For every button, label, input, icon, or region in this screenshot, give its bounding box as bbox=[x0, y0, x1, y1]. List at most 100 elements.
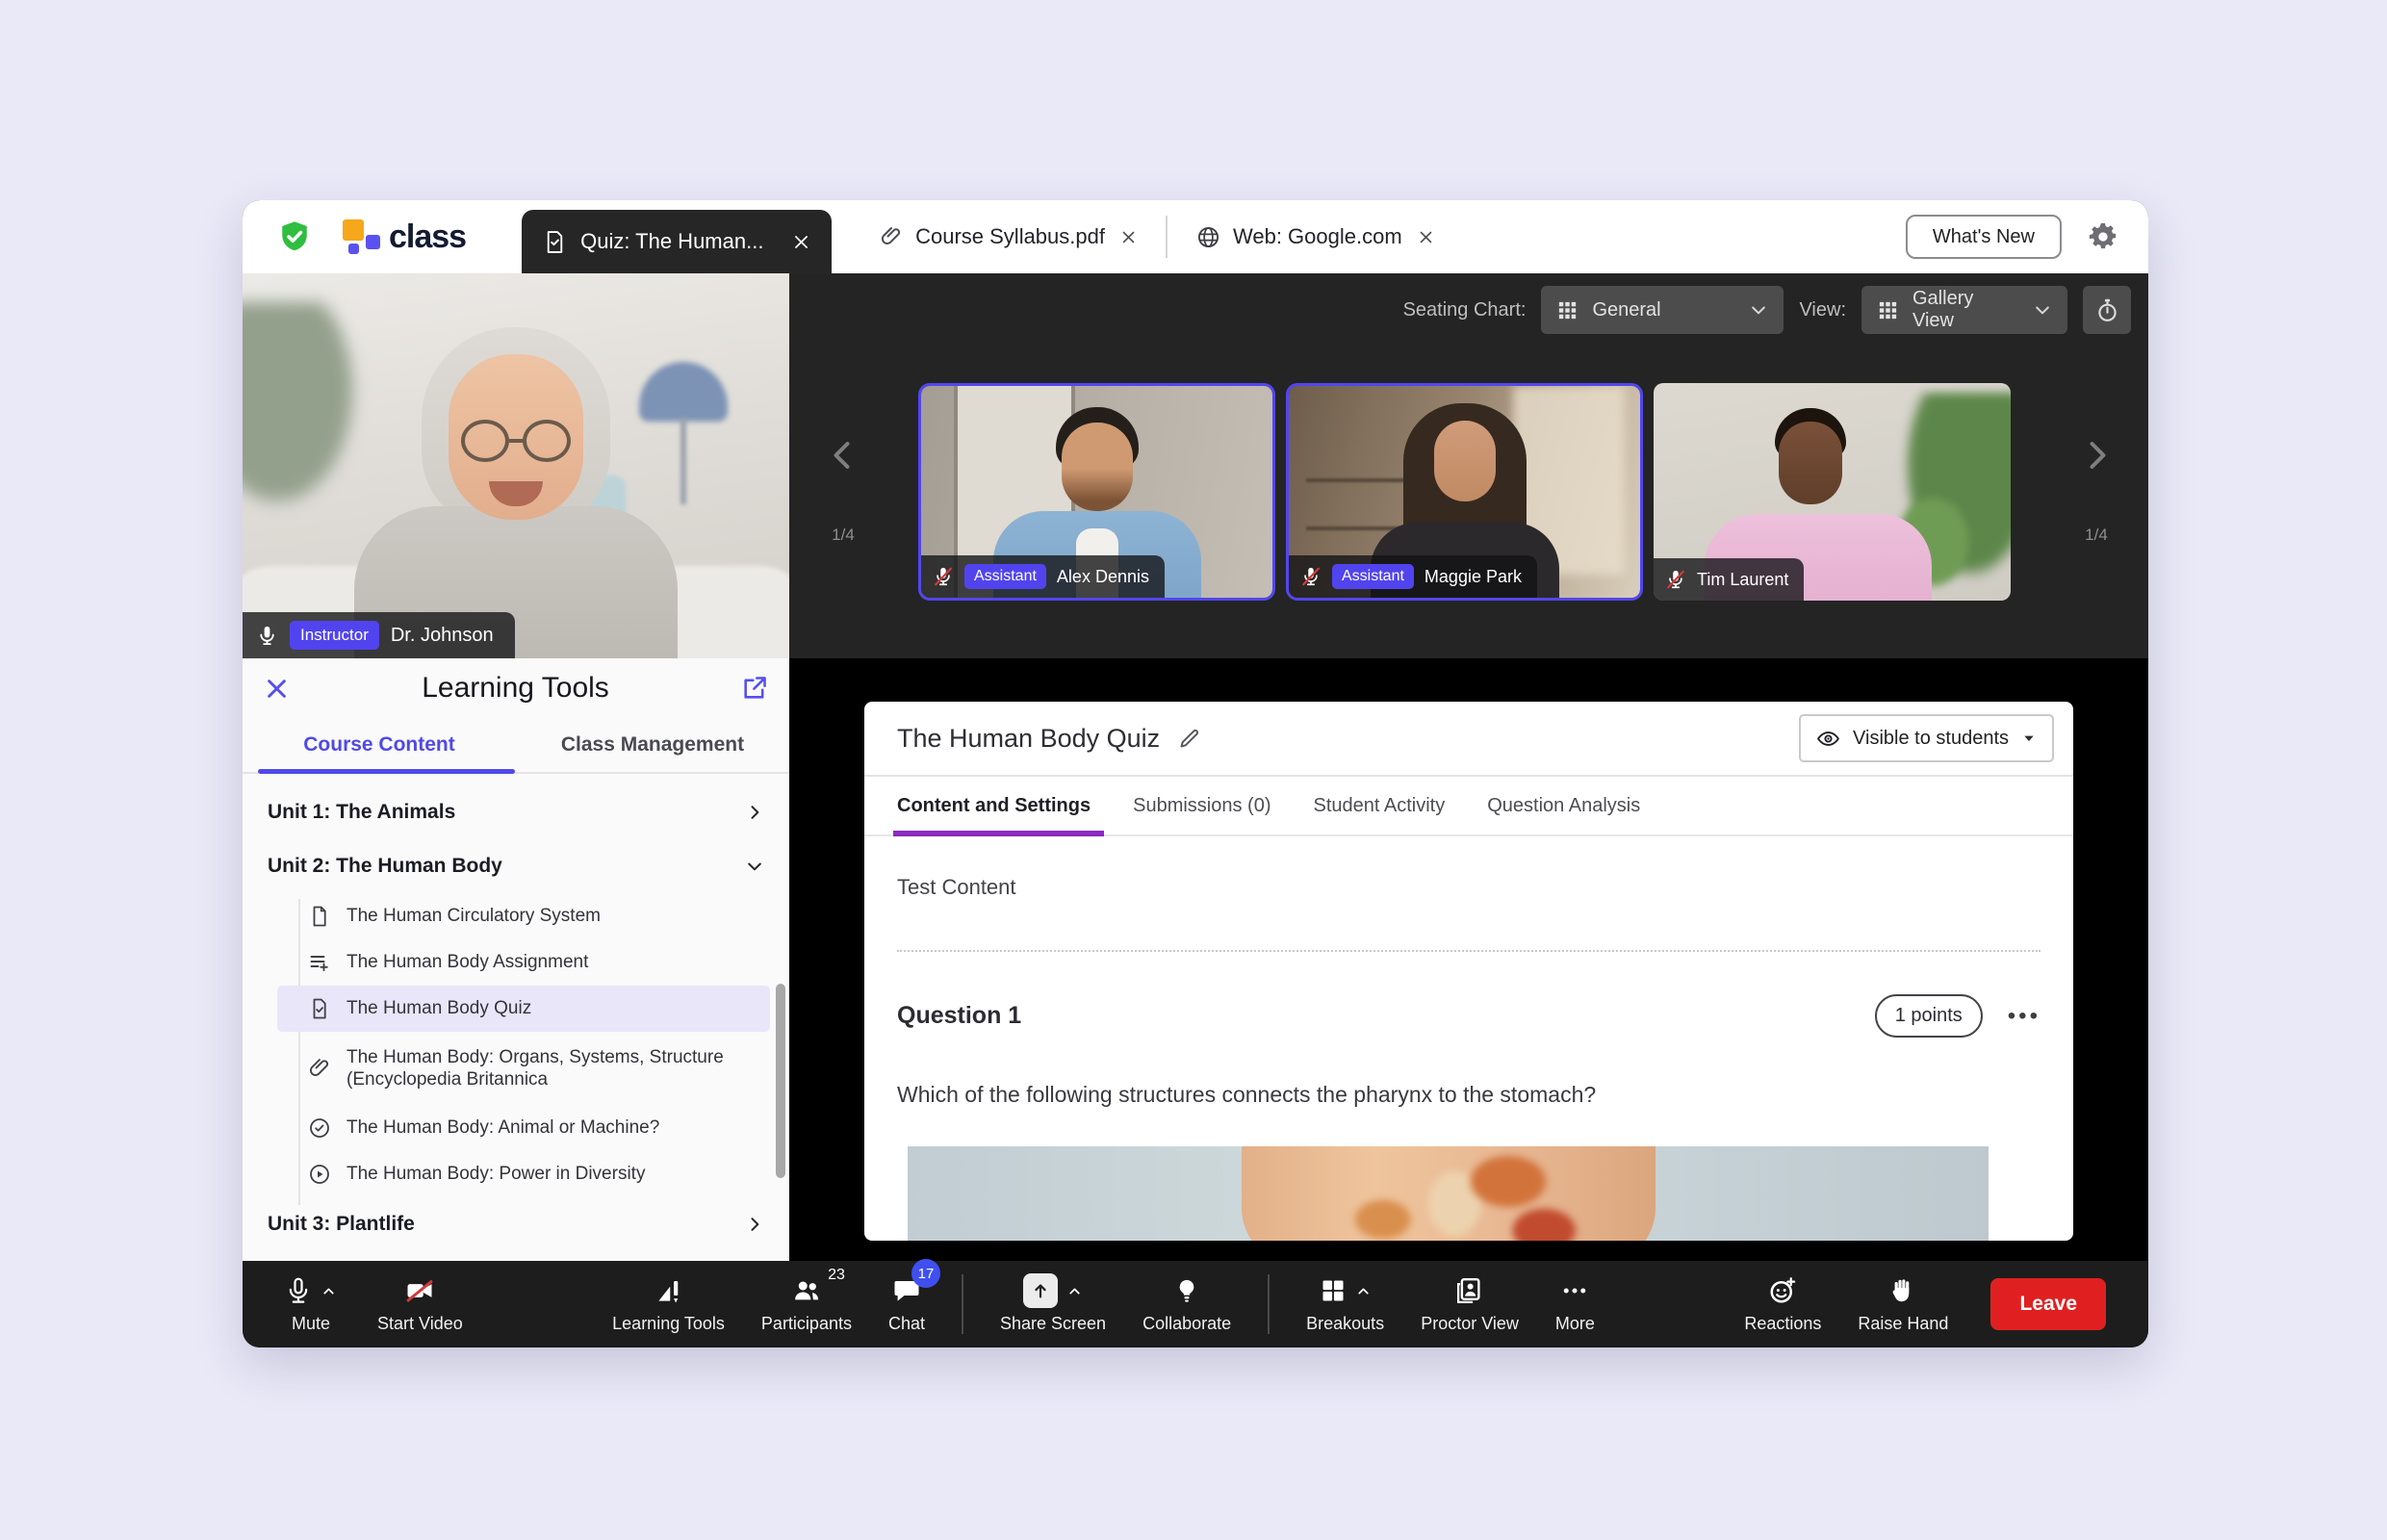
course-content-list: Unit 1: The Animals Unit 2: The Human Bo… bbox=[243, 774, 789, 1261]
video-tile-alex[interactable]: Assistant Alex Dennis bbox=[918, 383, 1275, 601]
close-tab-icon[interactable] bbox=[1120, 229, 1137, 245]
meeting-toolbar: Mute Start Video Learning Tools 23 Parti… bbox=[243, 1259, 2148, 1348]
question-text: Which of the following structures connec… bbox=[897, 1082, 1597, 1107]
tab-student-activity[interactable]: Student Activity bbox=[1314, 777, 1446, 834]
learning-tools-panel: Learning Tools Course Content Class Mana… bbox=[243, 658, 789, 1261]
view-label: View: bbox=[1799, 298, 1846, 321]
participants-button[interactable]: 23 Participants bbox=[761, 1267, 852, 1334]
chevron-up-icon[interactable] bbox=[321, 1283, 337, 1299]
whats-new-button[interactable]: What's New bbox=[1905, 215, 2062, 259]
share-screen-button[interactable]: Share Screen bbox=[1000, 1273, 1106, 1334]
list-item-circulatory[interactable]: The Human Circulatory System bbox=[243, 893, 789, 939]
tab-quiz[interactable]: Quiz: The Human... bbox=[522, 210, 833, 273]
more-button[interactable]: More bbox=[1555, 1274, 1595, 1334]
breakouts-button[interactable]: Breakouts bbox=[1306, 1274, 1384, 1334]
seating-chart-label: Seating Chart: bbox=[1402, 298, 1527, 321]
tab-submissions[interactable]: Submissions (0) bbox=[1133, 777, 1270, 834]
unit-row-human-body[interactable]: Unit 2: The Human Body bbox=[243, 839, 789, 893]
video-tile-maggie[interactable]: Assistant Maggie Park bbox=[1286, 383, 1643, 601]
item-label: The Human Body: Power in Diversity bbox=[346, 1164, 646, 1184]
tab-syllabus-label: Course Syllabus.pdf bbox=[915, 224, 1105, 248]
chevron-down-icon bbox=[2033, 300, 2052, 320]
next-page-icon[interactable] bbox=[2079, 435, 2114, 475]
video-tiles-row: Assistant Alex Dennis Assistant Maggie P… bbox=[918, 383, 2011, 601]
mic-muted-icon bbox=[1300, 566, 1322, 587]
mute-button[interactable]: Mute bbox=[285, 1274, 337, 1334]
eye-icon bbox=[1816, 727, 1840, 751]
reactions-button[interactable]: Reactions bbox=[1744, 1274, 1821, 1334]
tab-syllabus[interactable]: Course Syllabus.pdf bbox=[859, 200, 1158, 273]
tab-divider bbox=[1165, 216, 1168, 258]
close-tab-icon[interactable] bbox=[1418, 229, 1434, 245]
close-panel-icon[interactable] bbox=[264, 676, 290, 702]
class-logo-text: class bbox=[389, 218, 467, 255]
unit-row-plantlife[interactable]: Unit 3: Plantlife bbox=[243, 1197, 789, 1251]
breakouts-grid-icon bbox=[1320, 1277, 1347, 1304]
learning-tools-icon bbox=[654, 1276, 683, 1305]
chevron-up-icon[interactable] bbox=[1066, 1283, 1083, 1299]
tab-class-management[interactable]: Class Management bbox=[516, 718, 789, 772]
edit-title-pencil-icon[interactable] bbox=[1177, 726, 1202, 751]
quiz-body: Test Content Question 1 1 points ••• Whi… bbox=[864, 836, 2073, 1241]
seating-chart-dropdown[interactable]: General bbox=[1541, 286, 1784, 334]
mic-muted-icon bbox=[933, 566, 954, 587]
visibility-dropdown-button[interactable]: Visible to students bbox=[1799, 714, 2054, 762]
proctor-view-button[interactable]: Proctor View bbox=[1421, 1274, 1519, 1334]
seating-chart-value: General bbox=[1592, 298, 1661, 321]
question-image-anatomy bbox=[908, 1146, 1989, 1241]
page-indicator: 1/4 bbox=[832, 526, 855, 544]
participants-count: 23 bbox=[828, 1267, 845, 1283]
list-item-quiz-selected[interactable]: The Human Body Quiz bbox=[277, 986, 770, 1032]
dotted-divider bbox=[897, 950, 2040, 952]
tab-course-content[interactable]: Course Content bbox=[243, 718, 516, 772]
unit-row-animals[interactable]: Unit 1: The Animals bbox=[243, 785, 789, 839]
class-logo-mark bbox=[343, 216, 381, 258]
leave-button[interactable]: Leave bbox=[1990, 1278, 2106, 1330]
learning-tools-button[interactable]: Learning Tools bbox=[612, 1274, 725, 1334]
raised-hand-icon bbox=[1889, 1276, 1916, 1305]
list-item-power-diversity[interactable]: The Human Body: Power in Diversity bbox=[243, 1151, 789, 1197]
chevron-right-icon bbox=[745, 1215, 764, 1234]
unit-1-label: Unit 1: The Animals bbox=[268, 801, 456, 823]
item-label: The Human Body Quiz bbox=[346, 998, 532, 1018]
mic-muted-icon bbox=[1665, 569, 1686, 590]
chat-unread-badge: 17 bbox=[911, 1259, 940, 1288]
panel-scrollbar[interactable] bbox=[776, 984, 785, 1178]
list-item-assignment[interactable]: The Human Body Assignment bbox=[243, 939, 789, 986]
close-tab-icon[interactable] bbox=[792, 233, 810, 251]
question-menu-icon[interactable]: ••• bbox=[2008, 1004, 2040, 1028]
settings-gear-icon[interactable] bbox=[2087, 220, 2119, 253]
security-shield-icon bbox=[277, 219, 312, 254]
tab-web[interactable]: Web: Google.com bbox=[1175, 200, 1455, 273]
globe-icon bbox=[1196, 225, 1220, 249]
chat-button[interactable]: 17 Chat bbox=[888, 1259, 940, 1334]
list-item-animal-machine[interactable]: The Human Body: Animal or Machine? bbox=[243, 1105, 789, 1151]
quiz-panel-header: The Human Body Quiz Visible to students bbox=[864, 702, 2073, 777]
visibility-label: Visible to students bbox=[1853, 727, 2009, 749]
previous-page-icon[interactable] bbox=[826, 435, 860, 475]
view-dropdown[interactable]: Gallery View bbox=[1861, 286, 2067, 334]
participant-name: Maggie Park bbox=[1424, 566, 1522, 586]
tile-name-bar: Tim Laurent bbox=[1654, 558, 1805, 601]
popout-icon[interactable] bbox=[741, 675, 768, 702]
item-label: The Human Body: Animal or Machine? bbox=[346, 1117, 660, 1138]
start-video-button[interactable]: Start Video bbox=[377, 1274, 463, 1334]
participant-name: Tim Laurent bbox=[1697, 569, 1789, 589]
tab-content-settings[interactable]: Content and Settings bbox=[892, 777, 1105, 836]
grid-icon bbox=[1877, 299, 1899, 321]
test-content-label: Test Content bbox=[897, 875, 1016, 899]
timer-button[interactable] bbox=[2083, 286, 2131, 334]
raise-hand-button[interactable]: Raise Hand bbox=[1858, 1274, 1948, 1334]
page-indicator: 1/4 bbox=[2085, 526, 2108, 544]
collaborate-button[interactable]: Collaborate bbox=[1142, 1274, 1231, 1334]
caret-down-icon bbox=[2021, 731, 2037, 746]
chevron-up-icon[interactable] bbox=[1355, 1283, 1372, 1299]
toolbar-left-group: Mute Start Video bbox=[285, 1274, 463, 1334]
video-tile-tim[interactable]: Tim Laurent bbox=[1654, 383, 2011, 601]
camera-off-icon bbox=[405, 1276, 434, 1305]
participants-strip: Seating Chart: General View: Gallery Vie… bbox=[789, 273, 2148, 658]
quiz-document-icon bbox=[543, 230, 567, 254]
list-item-organs[interactable]: The Human Body: Organs, Systems, Structu… bbox=[243, 1032, 789, 1105]
instructor-video[interactable]: Instructor Dr. Johnson bbox=[243, 273, 789, 658]
tab-question-analysis[interactable]: Question Analysis bbox=[1487, 777, 1640, 834]
